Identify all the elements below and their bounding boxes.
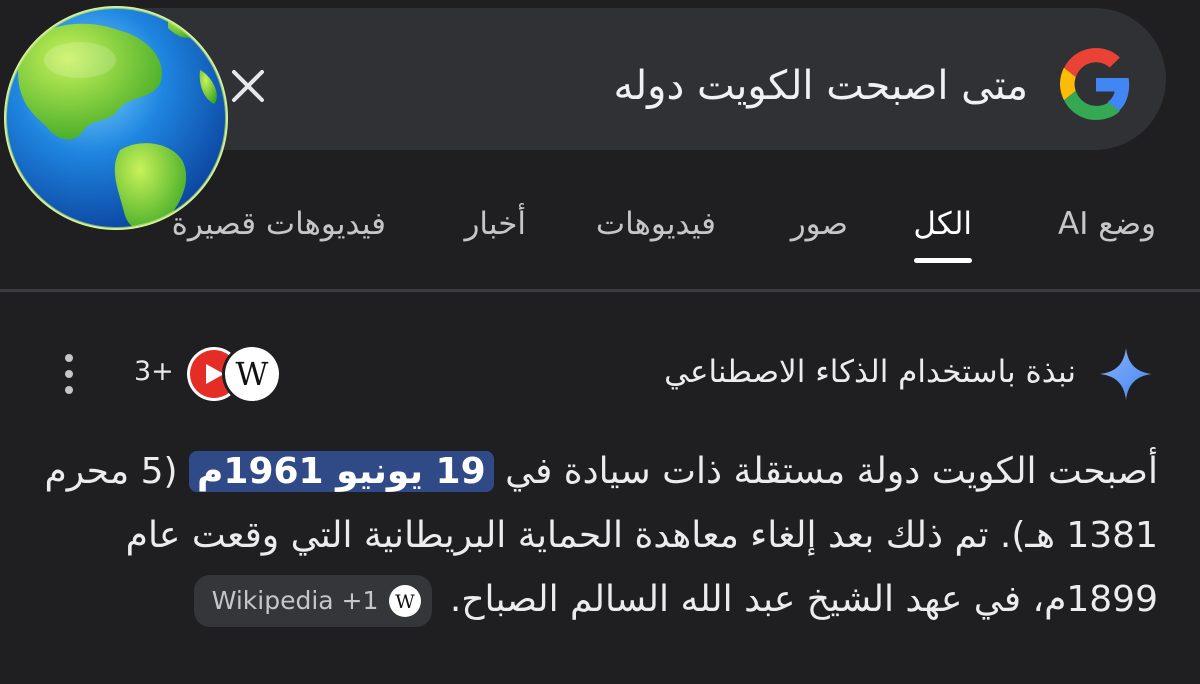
- search-tabs: وضع AI الكل صور فيديوهات أخبار فيديوهات …: [0, 196, 1200, 266]
- wikipedia-icon: W: [389, 585, 422, 617]
- svg-text:W: W: [396, 591, 416, 613]
- close-icon[interactable]: [226, 64, 270, 108]
- wikipedia-icon: W: [222, 344, 282, 404]
- ai-overview-header: نبذة باستخدام الذكاء الاصطناعي W 3+: [0, 336, 1200, 406]
- search-bar[interactable]: متى اصبحت الكويت دوله: [70, 8, 1166, 150]
- tab-short-videos[interactable]: فيديوهات قصيرة: [172, 196, 386, 258]
- source-icons[interactable]: W: [186, 341, 286, 407]
- google-g-icon: [1060, 48, 1130, 120]
- citation-label: Wikipedia +1: [211, 586, 379, 615]
- citation-chip[interactable]: Wikipedia +1 W: [193, 575, 433, 627]
- tab-videos[interactable]: فيديوهات: [596, 196, 716, 258]
- svg-text:W: W: [236, 355, 269, 393]
- tabs-divider: [0, 289, 1200, 292]
- ai-overview-answer: أصبحت الكويت دولة مستقلة ذات سيادة في 19…: [38, 440, 1158, 632]
- sources-count[interactable]: 3+: [134, 348, 174, 396]
- tab-all[interactable]: الكل: [913, 196, 972, 258]
- answer-text-start: أصبحت الكويت دولة مستقلة ذات سيادة في: [505, 451, 1158, 492]
- ai-overview-title: نبذة باستخدام الذكاء الاصطناعي: [664, 354, 1076, 390]
- more-options-icon[interactable]: [56, 350, 82, 398]
- sparkle-icon: [1100, 348, 1152, 400]
- active-tab-indicator: [914, 258, 972, 263]
- tab-news[interactable]: أخبار: [464, 196, 526, 258]
- tab-images[interactable]: صور: [791, 196, 848, 258]
- tab-ai-mode[interactable]: وضع AI: [1058, 196, 1156, 258]
- answer-highlight: 19 يونيو 1961م: [189, 451, 494, 492]
- search-input[interactable]: متى اصبحت الكويت دوله: [614, 56, 1028, 116]
